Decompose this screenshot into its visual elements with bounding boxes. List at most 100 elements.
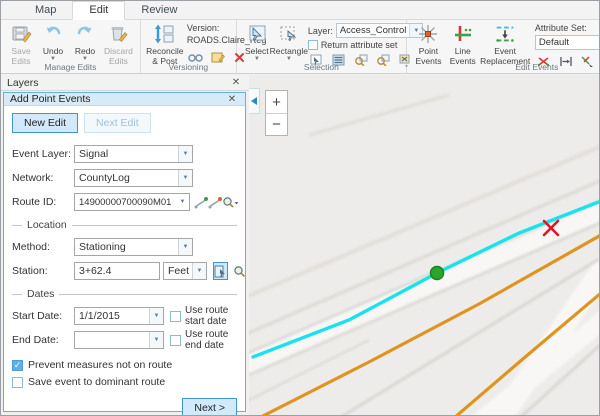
reconcile-icon: [153, 22, 177, 46]
group-label-manage-edits: Manage Edits: [1, 62, 140, 73]
zoom-out-button[interactable]: −: [266, 113, 287, 135]
method-select[interactable]: Stationing ▼: [74, 238, 193, 256]
method-arrow[interactable]: ▼: [178, 239, 192, 255]
attribute-set-label: Attribute Set:: [535, 23, 600, 33]
event-replacement-button[interactable]: Event Replacement: [479, 21, 531, 68]
group-versioning: Reconcile & Post Version: ROADS.Claire_R…: [141, 20, 237, 73]
event-replacement-icon: [493, 22, 517, 46]
line-events-icon: [451, 22, 475, 46]
line-events-button[interactable]: Line Events: [446, 21, 479, 68]
collapse-left-icon: [251, 97, 257, 105]
save-dominant-route-label: Save event to dominant route: [28, 376, 165, 388]
prevent-measures-label: Prevent measures not on route: [28, 359, 172, 371]
use-route-start-date-checkbox[interactable]: [170, 311, 181, 322]
map-canvas: [249, 75, 600, 416]
tab-edit[interactable]: Edit: [72, 1, 125, 20]
route-select-icon[interactable]: [208, 194, 222, 210]
unit-select[interactable]: Feet ▼: [163, 262, 207, 280]
reconcile-post-button[interactable]: Reconcile & Post: [145, 21, 185, 68]
group-selection: Select ▼ Rectangle ▼ Layer: Access_Contr…: [237, 20, 407, 73]
layer-label: Layer:: [308, 26, 333, 36]
tab-review[interactable]: Review: [125, 2, 193, 19]
pick-location-button[interactable]: [213, 262, 228, 280]
left-dock: Layers ✕ Add Point Events ✕ New Edit Nex…: [1, 75, 249, 416]
use-route-end-date-label: Use route end date: [185, 329, 237, 351]
point-events-button[interactable]: Point Events: [411, 21, 446, 68]
tab-map[interactable]: Map: [19, 2, 72, 19]
add-point-events-header[interactable]: Add Point Events ✕: [4, 93, 245, 106]
save-edits-button[interactable]: Save Edits: [5, 21, 37, 68]
event-layer-label: Event Layer:: [12, 148, 74, 160]
dates-section-separator: Dates: [12, 288, 237, 300]
add-point-events-close-icon[interactable]: ✕: [225, 94, 239, 105]
group-label-versioning: Versioning: [141, 62, 236, 73]
select-dropdown-caret[interactable]: ▼: [254, 57, 260, 61]
group-label-selection: Selection: [237, 62, 406, 73]
undo-icon: [41, 22, 65, 46]
network-arrow[interactable]: ▼: [178, 170, 192, 186]
redo-button[interactable]: Redo ▼: [69, 21, 101, 62]
return-attribute-set-label: Return attribute set: [321, 40, 398, 50]
point-event-marker[interactable]: [431, 267, 444, 280]
start-date-picker[interactable]: 1/1/2015 ▼: [74, 307, 164, 325]
unit-arrow[interactable]: ▼: [192, 263, 206, 279]
group-edit-events: Point Events Line Events Event Replaceme…: [407, 20, 600, 73]
event-layer-arrow[interactable]: ▼: [178, 146, 192, 162]
use-route-end-date-checkbox[interactable]: [170, 335, 181, 346]
map-view[interactable]: + −: [249, 75, 600, 416]
layers-pane-header[interactable]: Layers ✕: [1, 75, 249, 91]
use-route-start-date-label: Use route start date: [185, 305, 237, 327]
dates-section-label: Dates: [27, 288, 54, 300]
rectangle-dropdown-caret[interactable]: ▼: [286, 57, 292, 61]
rectangle-select-button[interactable]: Rectangle ▼: [273, 21, 305, 62]
discard-icon: [106, 22, 130, 46]
end-date-picker[interactable]: ▼: [74, 331, 164, 349]
end-date-arrow[interactable]: ▼: [149, 332, 163, 348]
arcgis-window: Map Edit Review Save Edits Undo ▼: [0, 0, 600, 416]
end-date-label: End Date:: [12, 334, 74, 346]
rectangle-select-icon: [277, 22, 301, 46]
zoom-in-button[interactable]: +: [266, 91, 287, 113]
start-date-label: Start Date:: [12, 310, 74, 322]
start-date-arrow[interactable]: ▼: [149, 308, 163, 324]
network-select[interactable]: CountyLog ▼: [74, 169, 193, 187]
aerial-roads-texture: [249, 95, 600, 416]
event-layer-select[interactable]: Signal ▼: [74, 145, 193, 163]
layers-pane-title: Layers: [7, 77, 229, 89]
group-label-edit-events: Edit Events: [407, 62, 600, 73]
map-zoom-control: + −: [265, 90, 288, 136]
save-icon: [9, 22, 33, 46]
method-label: Method:: [12, 241, 74, 253]
station-input[interactable]: 3+62.4: [74, 262, 160, 280]
network-label: Network:: [12, 172, 74, 184]
save-dominant-route-checkbox[interactable]: [12, 377, 23, 388]
station-zoom-icon[interactable]: [233, 263, 247, 279]
redo-dropdown-caret[interactable]: ▼: [82, 57, 88, 61]
next-edit-button[interactable]: Next Edit: [84, 113, 151, 133]
new-edit-button[interactable]: New Edit: [12, 113, 78, 133]
station-label: Station:: [12, 265, 74, 277]
select-icon: [245, 22, 269, 46]
add-point-events-panel: Add Point Events ✕ New Edit Next Edit Ev…: [3, 92, 246, 412]
point-events-icon: [416, 22, 440, 46]
panel-collapse-tab[interactable]: [249, 88, 260, 114]
ribbon: Save Edits Undo ▼ Redo ▼: [1, 20, 599, 74]
route-id-arrow[interactable]: ▼: [175, 194, 189, 210]
undo-button[interactable]: Undo ▼: [37, 21, 69, 62]
location-section-label: Location: [27, 219, 67, 231]
route-zoom-icon[interactable]: [222, 194, 239, 210]
route-from-map-icon[interactable]: [194, 194, 208, 210]
next-button[interactable]: Next >: [182, 398, 237, 416]
add-point-events-title: Add Point Events: [10, 93, 225, 105]
prevent-measures-checkbox[interactable]: ✓: [12, 360, 23, 371]
location-section-separator: Location: [12, 219, 237, 231]
undo-dropdown-caret[interactable]: ▼: [50, 57, 56, 61]
attribute-set-select[interactable]: Default ▼: [535, 35, 600, 50]
route-id-label: Route ID:: [12, 196, 74, 208]
select-button[interactable]: Select ▼: [241, 21, 273, 62]
layers-close-icon[interactable]: ✕: [229, 77, 243, 88]
route-id-combo[interactable]: 14900000700090M01 ▼: [74, 193, 190, 211]
return-attribute-set-checkbox[interactable]: [308, 40, 318, 50]
discard-edits-button[interactable]: Discard Edits: [101, 21, 136, 68]
group-manage-edits: Save Edits Undo ▼ Redo ▼: [1, 20, 141, 73]
